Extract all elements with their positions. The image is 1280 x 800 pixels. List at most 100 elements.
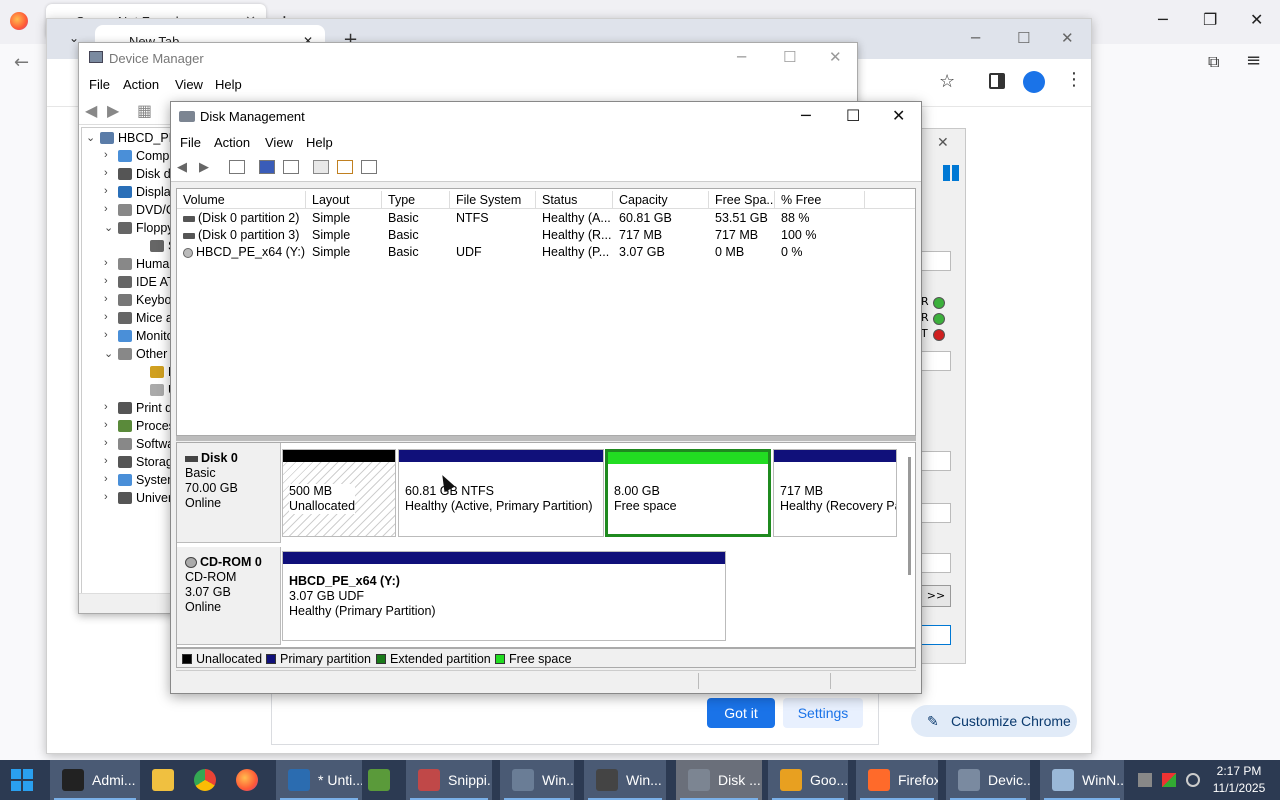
- tree-item[interactable]: ⌄ Other devices: [82, 346, 172, 364]
- taskbar-button[interactable]: Devic...: [946, 760, 1030, 800]
- chrome-icon[interactable]: [194, 769, 216, 791]
- dk-minimize-button[interactable]: ─: [801, 106, 811, 125]
- menu-action[interactable]: Action: [123, 77, 159, 92]
- chrome-minimize-button[interactable]: ─: [971, 29, 980, 47]
- back-arrow-icon[interactable]: ←: [14, 52, 29, 73]
- column-header-layout[interactable]: Layout: [306, 191, 382, 209]
- help-icon[interactable]: [259, 160, 275, 174]
- taskbar-button[interactable]: Goo...: [768, 760, 848, 800]
- collapse-chevron-icon[interactable]: ⌄: [86, 131, 95, 144]
- firefox-restore-button[interactable]: ❐: [1203, 10, 1217, 29]
- more-button[interactable]: >>: [921, 585, 951, 607]
- firefox-close-button[interactable]: ✕: [1250, 10, 1263, 29]
- forward-arrow-icon[interactable]: ▶: [107, 101, 119, 120]
- pane-splitter[interactable]: [176, 436, 916, 441]
- tray-tool-icon[interactable]: [1138, 773, 1152, 787]
- collapse-chevron-icon[interactable]: ⌄: [104, 221, 113, 234]
- expand-chevron-icon[interactable]: ›: [104, 329, 108, 341]
- tree-item[interactable]: Standard floppy disk controller: [82, 238, 172, 256]
- tree-item[interactable]: › IDE ATA/ATAPI controllers: [82, 274, 172, 292]
- tree-item[interactable]: ⌄ HBCD_PE: [82, 130, 172, 148]
- expand-chevron-icon[interactable]: ›: [104, 455, 108, 467]
- taskbar-button[interactable]: Disk ...: [676, 760, 762, 800]
- expand-chevron-icon[interactable]: ›: [104, 419, 108, 431]
- tree-item[interactable]: › Mice and other pointing devices: [82, 310, 172, 328]
- menu-view[interactable]: View: [265, 135, 293, 150]
- back-arrow-icon[interactable]: ◀: [85, 101, 97, 120]
- disk-map-scrollbar[interactable]: [908, 457, 911, 575]
- expand-chevron-icon[interactable]: ›: [104, 257, 108, 269]
- tree-item[interactable]: › DVD/CD-ROM drives: [82, 202, 172, 220]
- taskbar-button[interactable]: Win...: [500, 760, 574, 800]
- tray-color-icon[interactable]: [1162, 773, 1176, 787]
- partition-ntfs[interactable]: 60.81 GB NTFS Healthy (Active, Primary P…: [398, 449, 604, 537]
- connect-icon[interactable]: [313, 160, 329, 174]
- column-header-type[interactable]: Type: [382, 191, 450, 209]
- expand-chevron-icon[interactable]: ›: [104, 185, 108, 197]
- expand-chevron-icon[interactable]: ›: [104, 311, 108, 323]
- start-button-windows-icon[interactable]: [11, 769, 33, 791]
- menu-action[interactable]: Action: [214, 135, 250, 150]
- partition-free-space[interactable]: 8.00 GB Free space: [605, 449, 771, 537]
- dm-close-button[interactable]: ✕: [829, 48, 842, 66]
- side-panel-icon[interactable]: [989, 73, 1005, 89]
- tree-item[interactable]: › Computer: [82, 148, 172, 166]
- menu-help[interactable]: Help: [215, 77, 242, 92]
- system-clock[interactable]: 2:17 PM 11/1/2025: [1204, 763, 1274, 797]
- column-header-volume[interactable]: Volume: [177, 191, 306, 209]
- taskbar-button[interactable]: * Unti...: [276, 760, 362, 800]
- firefox-minimize-button[interactable]: ─: [1158, 10, 1168, 29]
- check-icon[interactable]: [337, 160, 353, 174]
- tree-item[interactable]: › Keyboards: [82, 292, 172, 310]
- settings-button[interactable]: Settings: [783, 698, 863, 728]
- menu-help[interactable]: Help: [306, 135, 333, 150]
- collapse-chevron-icon[interactable]: ⌄: [104, 347, 113, 360]
- customize-chrome-button[interactable]: ✎ Customize Chrome: [911, 705, 1077, 737]
- expand-chevron-icon[interactable]: ›: [104, 275, 108, 287]
- dialog-button[interactable]: [921, 625, 951, 645]
- spreadsheet-icon[interactable]: [368, 769, 390, 791]
- tree-item[interactable]: › Universal Serial Bus controllers: [82, 490, 172, 508]
- tree-item[interactable]: › Disk drives: [82, 166, 172, 184]
- got-it-button[interactable]: Got it: [707, 698, 775, 728]
- dm-minimize-button[interactable]: ─: [737, 48, 746, 66]
- tree-item[interactable]: › Human Interface Devices: [82, 256, 172, 274]
- taskbar-button[interactable]: Snippi...: [406, 760, 492, 800]
- expand-chevron-icon[interactable]: ›: [104, 203, 108, 215]
- show-hide-console-tree-icon[interactable]: [229, 160, 245, 174]
- column-header-capacity[interactable]: Capacity: [613, 191, 709, 209]
- menu-file[interactable]: File: [89, 77, 110, 92]
- tree-item[interactable]: › Print queues: [82, 400, 172, 418]
- back-arrow-icon[interactable]: ◀: [177, 160, 187, 176]
- tree-item[interactable]: Ethernet Controller: [82, 364, 172, 382]
- tree-item[interactable]: › Display adapters: [82, 184, 172, 202]
- profile-avatar-icon[interactable]: [1023, 71, 1045, 93]
- dialog-dropdown[interactable]: [921, 503, 951, 523]
- partition-cdrom[interactable]: HBCD_PE_x64 (Y:) 3.07 GB UDF Healthy (Pr…: [282, 551, 726, 641]
- extensions-icon[interactable]: ⧉: [1208, 52, 1219, 72]
- list-view-icon[interactable]: [361, 160, 377, 174]
- expand-chevron-icon[interactable]: ›: [104, 473, 108, 485]
- file-explorer-icon[interactable]: [152, 769, 174, 791]
- tree-item[interactable]: › Storage controllers: [82, 454, 172, 472]
- dk-close-button[interactable]: ✕: [892, 106, 905, 125]
- menu-view[interactable]: View: [175, 77, 203, 92]
- tree-item[interactable]: › Monitors: [82, 328, 172, 346]
- chrome-menu-icon[interactable]: ⋮: [1065, 69, 1083, 90]
- taskbar-button[interactable]: WinN...: [1040, 760, 1124, 800]
- tree-item[interactable]: › Processors: [82, 418, 172, 436]
- forward-arrow-icon[interactable]: ▶: [199, 160, 209, 176]
- volume-row[interactable]: HBCD_PE_x64 (Y:) Simple Basic UDF Healthy (P…: [177, 244, 915, 261]
- expand-chevron-icon[interactable]: ›: [104, 401, 108, 413]
- hamburger-menu-icon[interactable]: ≡: [1246, 50, 1261, 71]
- volume-row[interactable]: (Disk 0 partition 3) Simple Basic Healthy (…: [177, 227, 915, 244]
- column-header-status[interactable]: Status: [536, 191, 613, 209]
- properties-icon[interactable]: ▦: [137, 101, 152, 120]
- tree-item[interactable]: › System devices: [82, 472, 172, 490]
- dialog-dropdown[interactable]: [921, 553, 951, 573]
- dialog-field[interactable]: [921, 351, 951, 371]
- column-header-free-space[interactable]: Free Spa...: [709, 191, 775, 209]
- menu-file[interactable]: File: [180, 135, 201, 150]
- disk-0-label[interactable]: Disk 0 Basic 70.00 GB Online: [177, 443, 281, 543]
- tree-item[interactable]: Unknown device: [82, 382, 172, 400]
